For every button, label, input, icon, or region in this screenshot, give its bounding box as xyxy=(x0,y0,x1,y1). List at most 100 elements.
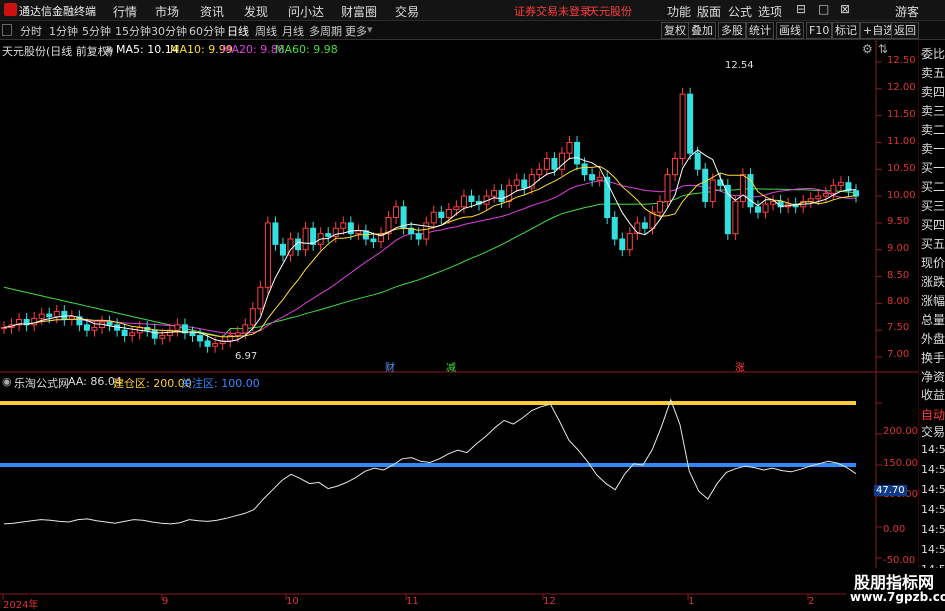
auto-trade-tab[interactable]: 自动 xyxy=(921,406,945,423)
marker-reduce[interactable]: 减 xyxy=(446,359,456,374)
overlay-button[interactable]: 叠加 xyxy=(688,22,716,39)
menu-news[interactable]: 资讯 xyxy=(200,3,224,20)
candle-body xyxy=(709,179,716,202)
date-tick: 2 xyxy=(808,596,815,607)
quote-label: 买四 xyxy=(921,218,945,232)
candle-body xyxy=(830,184,837,194)
candle-body xyxy=(151,329,158,339)
back-button[interactable]: 返回 xyxy=(891,22,919,39)
marker-rise[interactable]: 涨 xyxy=(735,359,745,374)
price-tick: 12.50 xyxy=(887,55,916,66)
guest-label[interactable]: 游客 xyxy=(895,3,919,20)
adjust-button[interactable]: 复权 xyxy=(661,22,689,39)
menu-quotes[interactable]: 行情 xyxy=(113,3,137,20)
tab-5min[interactable]: 5分钟 xyxy=(82,23,111,39)
trade-tab[interactable]: 交易 xyxy=(921,423,945,440)
candle-body xyxy=(460,195,467,208)
candle-body xyxy=(83,324,90,331)
menu-ask[interactable]: 问小达 xyxy=(288,3,324,20)
candle-body xyxy=(551,158,558,170)
menu-formula[interactable]: 公式 xyxy=(728,3,752,20)
quote-label: 涨跌 xyxy=(921,275,945,289)
indicator-toggle-icon[interactable]: ◉ xyxy=(2,375,12,388)
settings-icon[interactable]: ⚙ xyxy=(862,42,873,56)
f10-button[interactable]: F10 xyxy=(806,22,833,39)
ma-toggle-icon[interactable]: ◉ xyxy=(104,43,114,56)
maximize-icon[interactable]: □ xyxy=(818,2,829,16)
menu-trade[interactable]: 交易 xyxy=(395,3,419,20)
menu-discover[interactable]: 发现 xyxy=(244,3,268,20)
price-tick: 10.50 xyxy=(887,163,916,174)
chart-area[interactable] xyxy=(0,40,918,609)
current-stock: 天元股份 xyxy=(588,5,632,18)
menu-layout[interactable]: 版面 xyxy=(697,3,721,20)
login-status[interactable]: 证券交易未登录 xyxy=(514,3,591,19)
tab-monthly[interactable]: 月线 xyxy=(282,23,304,39)
candle-body xyxy=(506,184,513,202)
tab-more[interactable]: 更多 xyxy=(345,23,367,39)
tab-60min[interactable]: 60分钟 xyxy=(189,23,225,39)
menu-bar: 通达信金融终端 行情 市场 资讯 发现 问小达 财富圈 交易 证券交易未登录 天… xyxy=(0,0,945,21)
date-tick: 12 xyxy=(543,596,556,607)
candle-body xyxy=(445,209,452,219)
candle-body xyxy=(611,217,618,240)
indicator-tick: -50.00 xyxy=(883,555,916,566)
candle-body xyxy=(724,184,731,235)
chevron-down-icon[interactable]: ▾ xyxy=(367,23,373,36)
toggle-icon[interactable] xyxy=(2,24,12,36)
quote-label: 收益 xyxy=(921,388,945,402)
marker-finance[interactable]: 财 xyxy=(385,359,395,374)
candle-body xyxy=(822,192,829,197)
collapse-icon[interactable]: ⇅ xyxy=(878,42,888,56)
tab-15min[interactable]: 15分钟 xyxy=(115,23,151,39)
candle-body xyxy=(264,222,271,288)
trade-time: 14:55 xyxy=(921,443,945,456)
candle-body xyxy=(589,174,596,181)
price-tick: 12.00 xyxy=(887,82,916,93)
multi-stock-button[interactable]: 多股 xyxy=(718,22,746,39)
price-tick: 11.50 xyxy=(887,109,916,120)
stats-button[interactable]: 统计 xyxy=(746,22,774,39)
quote-label: 买二 xyxy=(921,180,945,194)
quote-label: 卖三 xyxy=(921,104,945,118)
candle-body xyxy=(536,168,543,176)
candle-body xyxy=(370,238,377,243)
app-logo xyxy=(4,3,17,16)
tab-30min[interactable]: 30分钟 xyxy=(151,23,187,39)
mark-button[interactable]: 标记 xyxy=(832,22,860,39)
quote-panel: 委比 卖五 卖四 卖三 卖二 卖一 买一 买二 买三 买四 买五 现价 涨跌 涨… xyxy=(918,40,945,609)
draw-button[interactable]: 画线 xyxy=(776,22,804,39)
trade-time: 14:55 xyxy=(921,483,945,496)
candle-body xyxy=(121,329,128,337)
menu-wealth[interactable]: 财富圈 xyxy=(341,3,377,20)
menu-function[interactable]: 功能 xyxy=(667,3,691,20)
candle-body xyxy=(197,335,204,342)
quote-label: 卖四 xyxy=(921,85,945,99)
price-tick: 8.50 xyxy=(887,270,910,281)
tab-1min[interactable]: 1分钟 xyxy=(49,23,78,39)
indicator-name: 乐淘公式网 xyxy=(14,377,69,390)
close-icon[interactable]: ⊠ xyxy=(840,2,850,16)
candle-body xyxy=(242,324,249,334)
candle-body xyxy=(279,243,286,256)
candle-body xyxy=(687,93,694,154)
candle-body xyxy=(174,324,181,331)
candle-body xyxy=(453,206,460,210)
tab-timeshare[interactable]: 分时 xyxy=(20,23,42,39)
candle-body xyxy=(664,174,671,202)
candle-body xyxy=(91,327,98,331)
menu-market[interactable]: 市场 xyxy=(155,3,179,20)
tab-multi-period[interactable]: 多周期 xyxy=(309,23,342,39)
tab-weekly[interactable]: 周线 xyxy=(255,23,277,39)
menu-options[interactable]: 选项 xyxy=(758,3,782,20)
candle-body xyxy=(249,308,256,326)
date-tick: 9 xyxy=(162,596,169,607)
minimize-icon[interactable]: ⊟ xyxy=(796,2,806,16)
tab-daily[interactable]: 日线 xyxy=(227,23,249,39)
quote-label: 卖二 xyxy=(921,123,945,137)
candle-body xyxy=(46,313,53,318)
ma5-line xyxy=(3,149,856,342)
candle-body xyxy=(347,222,354,235)
candle-body xyxy=(581,163,588,176)
quote-label: 卖五 xyxy=(921,66,945,80)
